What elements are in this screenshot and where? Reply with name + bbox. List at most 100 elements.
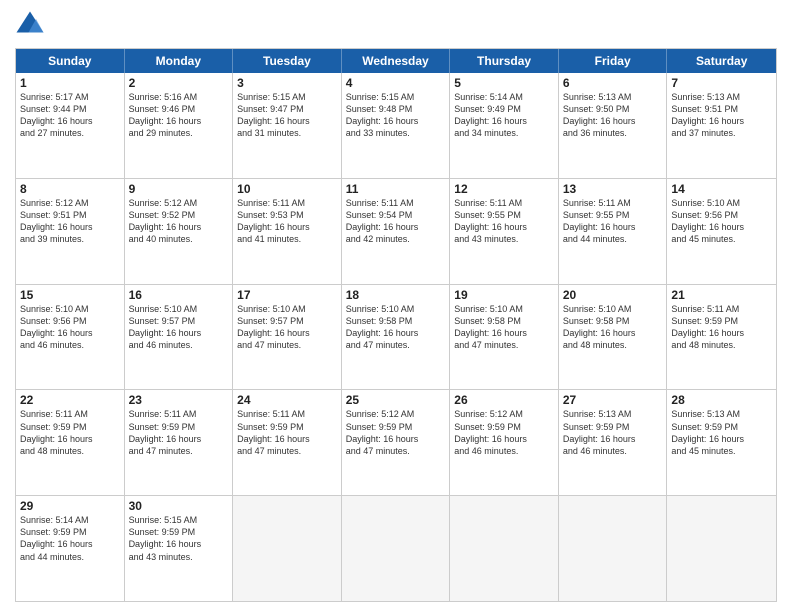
logo	[15, 10, 49, 40]
cell-info: Sunrise: 5:10 AM Sunset: 9:56 PM Dayligh…	[20, 303, 120, 352]
calendar: SundayMondayTuesdayWednesdayThursdayFrid…	[15, 48, 777, 602]
calendar-cell: 15Sunrise: 5:10 AM Sunset: 9:56 PM Dayli…	[16, 285, 125, 390]
calendar-cell: 28Sunrise: 5:13 AM Sunset: 9:59 PM Dayli…	[667, 390, 776, 495]
day-number: 24	[237, 393, 337, 407]
day-number: 11	[346, 182, 446, 196]
calendar-cell: 10Sunrise: 5:11 AM Sunset: 9:53 PM Dayli…	[233, 179, 342, 284]
day-number: 15	[20, 288, 120, 302]
calendar-cell: 1Sunrise: 5:17 AM Sunset: 9:44 PM Daylig…	[16, 73, 125, 178]
cell-info: Sunrise: 5:12 AM Sunset: 9:59 PM Dayligh…	[454, 408, 554, 457]
calendar-cell	[342, 496, 451, 601]
calendar-cell: 27Sunrise: 5:13 AM Sunset: 9:59 PM Dayli…	[559, 390, 668, 495]
calendar-cell: 18Sunrise: 5:10 AM Sunset: 9:58 PM Dayli…	[342, 285, 451, 390]
header-day-friday: Friday	[559, 49, 668, 73]
day-number: 5	[454, 76, 554, 90]
calendar-cell: 30Sunrise: 5:15 AM Sunset: 9:59 PM Dayli…	[125, 496, 234, 601]
header-day-tuesday: Tuesday	[233, 49, 342, 73]
day-number: 14	[671, 182, 772, 196]
cell-info: Sunrise: 5:11 AM Sunset: 9:59 PM Dayligh…	[671, 303, 772, 352]
cell-info: Sunrise: 5:11 AM Sunset: 9:59 PM Dayligh…	[20, 408, 120, 457]
calendar-cell: 4Sunrise: 5:15 AM Sunset: 9:48 PM Daylig…	[342, 73, 451, 178]
calendar-cell	[233, 496, 342, 601]
calendar-cell: 17Sunrise: 5:10 AM Sunset: 9:57 PM Dayli…	[233, 285, 342, 390]
cell-info: Sunrise: 5:16 AM Sunset: 9:46 PM Dayligh…	[129, 91, 229, 140]
header-day-monday: Monday	[125, 49, 234, 73]
calendar-cell: 19Sunrise: 5:10 AM Sunset: 9:58 PM Dayli…	[450, 285, 559, 390]
day-number: 20	[563, 288, 663, 302]
calendar-row-5: 29Sunrise: 5:14 AM Sunset: 9:59 PM Dayli…	[16, 496, 776, 601]
calendar-row-4: 22Sunrise: 5:11 AM Sunset: 9:59 PM Dayli…	[16, 390, 776, 496]
day-number: 21	[671, 288, 772, 302]
cell-info: Sunrise: 5:13 AM Sunset: 9:59 PM Dayligh…	[671, 408, 772, 457]
cell-info: Sunrise: 5:12 AM Sunset: 9:59 PM Dayligh…	[346, 408, 446, 457]
cell-info: Sunrise: 5:12 AM Sunset: 9:51 PM Dayligh…	[20, 197, 120, 246]
day-number: 27	[563, 393, 663, 407]
cell-info: Sunrise: 5:11 AM Sunset: 9:54 PM Dayligh…	[346, 197, 446, 246]
page: SundayMondayTuesdayWednesdayThursdayFrid…	[0, 0, 792, 612]
calendar-header: SundayMondayTuesdayWednesdayThursdayFrid…	[16, 49, 776, 73]
cell-info: Sunrise: 5:10 AM Sunset: 9:57 PM Dayligh…	[129, 303, 229, 352]
cell-info: Sunrise: 5:13 AM Sunset: 9:51 PM Dayligh…	[671, 91, 772, 140]
day-number: 12	[454, 182, 554, 196]
cell-info: Sunrise: 5:11 AM Sunset: 9:59 PM Dayligh…	[237, 408, 337, 457]
calendar-cell: 13Sunrise: 5:11 AM Sunset: 9:55 PM Dayli…	[559, 179, 668, 284]
cell-info: Sunrise: 5:15 AM Sunset: 9:48 PM Dayligh…	[346, 91, 446, 140]
calendar-cell: 5Sunrise: 5:14 AM Sunset: 9:49 PM Daylig…	[450, 73, 559, 178]
header	[15, 10, 777, 40]
day-number: 28	[671, 393, 772, 407]
calendar-cell: 14Sunrise: 5:10 AM Sunset: 9:56 PM Dayli…	[667, 179, 776, 284]
day-number: 4	[346, 76, 446, 90]
cell-info: Sunrise: 5:11 AM Sunset: 9:55 PM Dayligh…	[454, 197, 554, 246]
day-number: 30	[129, 499, 229, 513]
day-number: 23	[129, 393, 229, 407]
day-number: 16	[129, 288, 229, 302]
calendar-cell: 11Sunrise: 5:11 AM Sunset: 9:54 PM Dayli…	[342, 179, 451, 284]
header-day-sunday: Sunday	[16, 49, 125, 73]
cell-info: Sunrise: 5:10 AM Sunset: 9:57 PM Dayligh…	[237, 303, 337, 352]
calendar-row-1: 1Sunrise: 5:17 AM Sunset: 9:44 PM Daylig…	[16, 73, 776, 179]
calendar-cell: 12Sunrise: 5:11 AM Sunset: 9:55 PM Dayli…	[450, 179, 559, 284]
cell-info: Sunrise: 5:17 AM Sunset: 9:44 PM Dayligh…	[20, 91, 120, 140]
calendar-cell	[559, 496, 668, 601]
calendar-body: 1Sunrise: 5:17 AM Sunset: 9:44 PM Daylig…	[16, 73, 776, 601]
calendar-cell: 24Sunrise: 5:11 AM Sunset: 9:59 PM Dayli…	[233, 390, 342, 495]
cell-info: Sunrise: 5:15 AM Sunset: 9:47 PM Dayligh…	[237, 91, 337, 140]
header-day-wednesday: Wednesday	[342, 49, 451, 73]
cell-info: Sunrise: 5:11 AM Sunset: 9:55 PM Dayligh…	[563, 197, 663, 246]
calendar-cell: 25Sunrise: 5:12 AM Sunset: 9:59 PM Dayli…	[342, 390, 451, 495]
calendar-cell: 16Sunrise: 5:10 AM Sunset: 9:57 PM Dayli…	[125, 285, 234, 390]
cell-info: Sunrise: 5:13 AM Sunset: 9:59 PM Dayligh…	[563, 408, 663, 457]
day-number: 18	[346, 288, 446, 302]
cell-info: Sunrise: 5:10 AM Sunset: 9:58 PM Dayligh…	[346, 303, 446, 352]
day-number: 7	[671, 76, 772, 90]
day-number: 1	[20, 76, 120, 90]
day-number: 2	[129, 76, 229, 90]
calendar-cell: 22Sunrise: 5:11 AM Sunset: 9:59 PM Dayli…	[16, 390, 125, 495]
day-number: 26	[454, 393, 554, 407]
calendar-cell: 8Sunrise: 5:12 AM Sunset: 9:51 PM Daylig…	[16, 179, 125, 284]
calendar-row-3: 15Sunrise: 5:10 AM Sunset: 9:56 PM Dayli…	[16, 285, 776, 391]
cell-info: Sunrise: 5:10 AM Sunset: 9:56 PM Dayligh…	[671, 197, 772, 246]
cell-info: Sunrise: 5:14 AM Sunset: 9:59 PM Dayligh…	[20, 514, 120, 563]
calendar-cell: 23Sunrise: 5:11 AM Sunset: 9:59 PM Dayli…	[125, 390, 234, 495]
cell-info: Sunrise: 5:11 AM Sunset: 9:53 PM Dayligh…	[237, 197, 337, 246]
calendar-row-2: 8Sunrise: 5:12 AM Sunset: 9:51 PM Daylig…	[16, 179, 776, 285]
day-number: 9	[129, 182, 229, 196]
logo-icon	[15, 10, 45, 40]
cell-info: Sunrise: 5:11 AM Sunset: 9:59 PM Dayligh…	[129, 408, 229, 457]
cell-info: Sunrise: 5:10 AM Sunset: 9:58 PM Dayligh…	[454, 303, 554, 352]
day-number: 17	[237, 288, 337, 302]
cell-info: Sunrise: 5:10 AM Sunset: 9:58 PM Dayligh…	[563, 303, 663, 352]
calendar-cell: 21Sunrise: 5:11 AM Sunset: 9:59 PM Dayli…	[667, 285, 776, 390]
day-number: 8	[20, 182, 120, 196]
header-day-saturday: Saturday	[667, 49, 776, 73]
cell-info: Sunrise: 5:13 AM Sunset: 9:50 PM Dayligh…	[563, 91, 663, 140]
day-number: 25	[346, 393, 446, 407]
calendar-cell: 3Sunrise: 5:15 AM Sunset: 9:47 PM Daylig…	[233, 73, 342, 178]
day-number: 13	[563, 182, 663, 196]
calendar-cell	[667, 496, 776, 601]
calendar-cell: 20Sunrise: 5:10 AM Sunset: 9:58 PM Dayli…	[559, 285, 668, 390]
header-day-thursday: Thursday	[450, 49, 559, 73]
calendar-cell: 7Sunrise: 5:13 AM Sunset: 9:51 PM Daylig…	[667, 73, 776, 178]
day-number: 6	[563, 76, 663, 90]
